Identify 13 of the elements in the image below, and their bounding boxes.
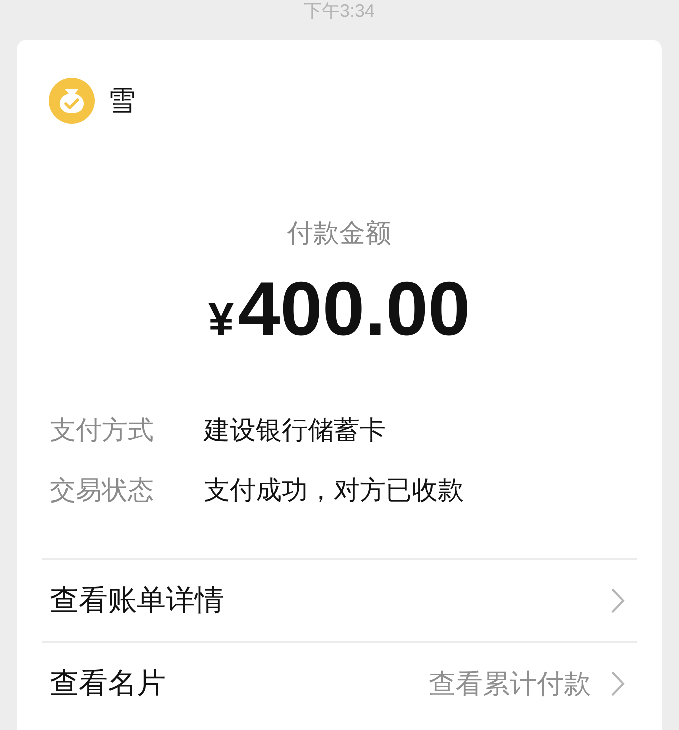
detail-label: 支付方式 bbox=[50, 414, 155, 447]
amount-label: 付款金额 bbox=[288, 217, 392, 250]
menu-item[interactable]: 查看名片 bbox=[50, 664, 166, 702]
avatar-icon bbox=[49, 78, 95, 124]
detail-label: 交易状态 bbox=[50, 474, 155, 507]
menu-item[interactable]: 查看账单详情 bbox=[50, 582, 224, 620]
payee-name: 雪 bbox=[108, 84, 136, 118]
detail-value: 建设银行储蓄卡 bbox=[204, 414, 386, 447]
detail-value: 支付成功，对方已收款 bbox=[204, 474, 464, 507]
chevron-right-icon bbox=[611, 588, 625, 614]
chevron-right-icon bbox=[611, 670, 625, 696]
status-time: 下午3:34 bbox=[304, 1, 376, 21]
payment-amount: ¥400.00 bbox=[208, 268, 471, 352]
